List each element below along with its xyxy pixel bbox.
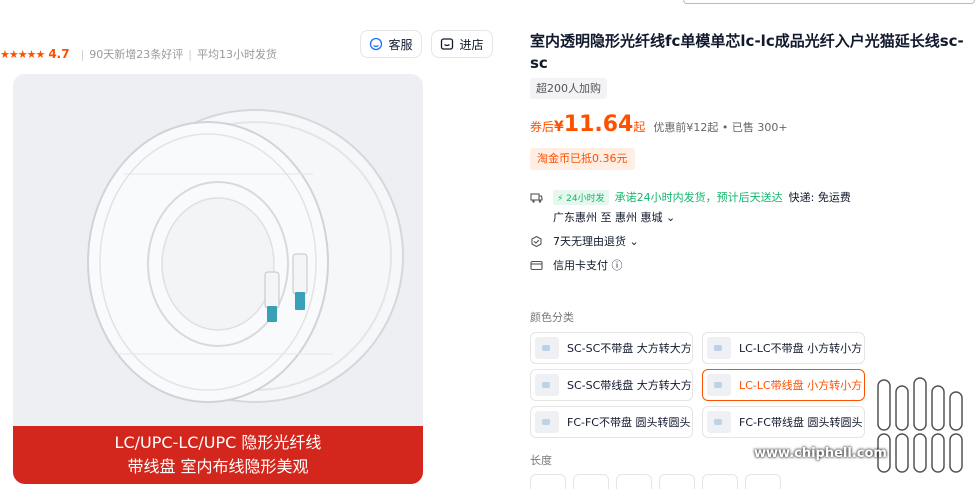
color-section-label: 颜色分类 [530,311,574,324]
price-currency: ¥ [554,119,564,135]
rating-score: 4.7 [48,47,70,61]
option-thumbnail [535,411,559,433]
option-sc-sc-no-spool[interactable]: SC-SC不带盘 大方转大方 [530,332,693,364]
length-option[interactable] [616,474,652,489]
review-stat[interactable]: 90天新增23条好评 [89,46,183,62]
length-option[interactable] [659,474,695,489]
product-title: 室内透明隐形光纤线fc单模单芯lc-lc成品光纤入户光猫延长线sc-sc [530,32,964,72]
banner-line-2: 带线盘 室内布线隐形美观 [127,457,309,476]
option-fc-fc-no-spool[interactable]: FC-FC不带盘 圆头转圆头 [530,406,693,438]
watermark-url: www.chiphell.com [754,446,887,461]
returns-row[interactable]: 7天无理由退货 ⌄ [530,233,639,249]
length-option[interactable] [530,474,566,489]
rating-summary: ★★★★★ 4.7 | 90天新增23条好评 | 平均13小时发货 [0,44,277,64]
rating-stars: ★★★★★ [0,47,45,61]
return-policy-icon [531,235,542,247]
chiphell-watermark-logo [877,377,963,473]
option-label: LC-LC不带盘 小方转小方 [739,342,863,355]
24h-ship-tag: ⚡ 24小时发 [553,189,609,205]
ship-time-stat: 平均13小时发货 [197,48,278,61]
ship-route-selector[interactable]: 广东惠州 至 惠州 惠城 ⌄ [553,209,675,225]
price-row: 券后 ¥ 11.64 起 优惠前¥12起 • 已售 300+ [530,112,788,137]
banner-line-1: LC/UPC-LC/UPC 隐形光纤线 [114,433,322,452]
divider: | [80,47,85,61]
image-banner: LC/UPC-LC/UPC 隐形光纤线 带线盘 室内布线隐形美观 [13,426,423,484]
option-sc-sc-spool[interactable]: SC-SC带线盘 大方转大方 [530,369,693,401]
divider: | [188,47,193,61]
option-lc-lc-no-spool[interactable]: LC-LC不带盘 小方转小方 [702,332,865,364]
service-label: 客服 [388,37,413,52]
truck-icon [530,192,543,203]
fiber-spool-illustration [13,74,423,426]
customer-service-button[interactable]: 客服 [360,30,422,58]
shop-label: 进店 [459,37,484,52]
length-section-label: 长度 [530,454,552,467]
credit-card-icon [530,260,543,270]
ship-promise: 承诺24小时内发货，预计后天送达 [614,191,783,204]
top-bar-edge [683,0,975,4]
credit-label: 信用卡支付 ⓘ [553,259,623,272]
option-thumbnail [535,337,559,359]
length-option[interactable] [573,474,609,489]
enter-shop-button[interactable]: 进店 [431,30,493,58]
headset-icon [370,37,383,51]
express-fee: 快递: 免运费 [788,191,851,204]
price-suffix: 起 [633,120,646,134]
shop-icon [441,38,454,50]
product-main-image[interactable]: LC/UPC-LC/UPC 隐形光纤线 带线盘 室内布线隐形美观 [13,74,423,484]
coin-discount-badge: 淘金币已抵0.36元 [530,148,635,170]
option-label: FC-FC不带盘 圆头转圆头 [567,416,691,429]
credit-row[interactable]: 信用卡支付 ⓘ [530,257,623,273]
option-thumbnail [707,411,731,433]
length-option[interactable] [702,474,738,489]
option-thumbnail [535,374,559,396]
price-label: 券后 [530,120,555,134]
shipping-row: ⚡ 24小时发 承诺24小时内发货，预计后天送达 快递: 免运费 [530,189,851,205]
option-label: SC-SC不带盘 大方转大方 [567,342,692,355]
returns-label: 7天无理由退货 ⌄ [553,235,639,248]
price-extra: 优惠前¥12起 • 已售 300+ [653,121,788,134]
option-thumbnail [707,337,731,359]
option-label: SC-SC带线盘 大方转大方 [567,379,692,392]
option-thumbnail [707,374,731,396]
cart-count-badge: 超200人加购 [530,78,607,99]
price-value: 11.64 [563,112,634,137]
